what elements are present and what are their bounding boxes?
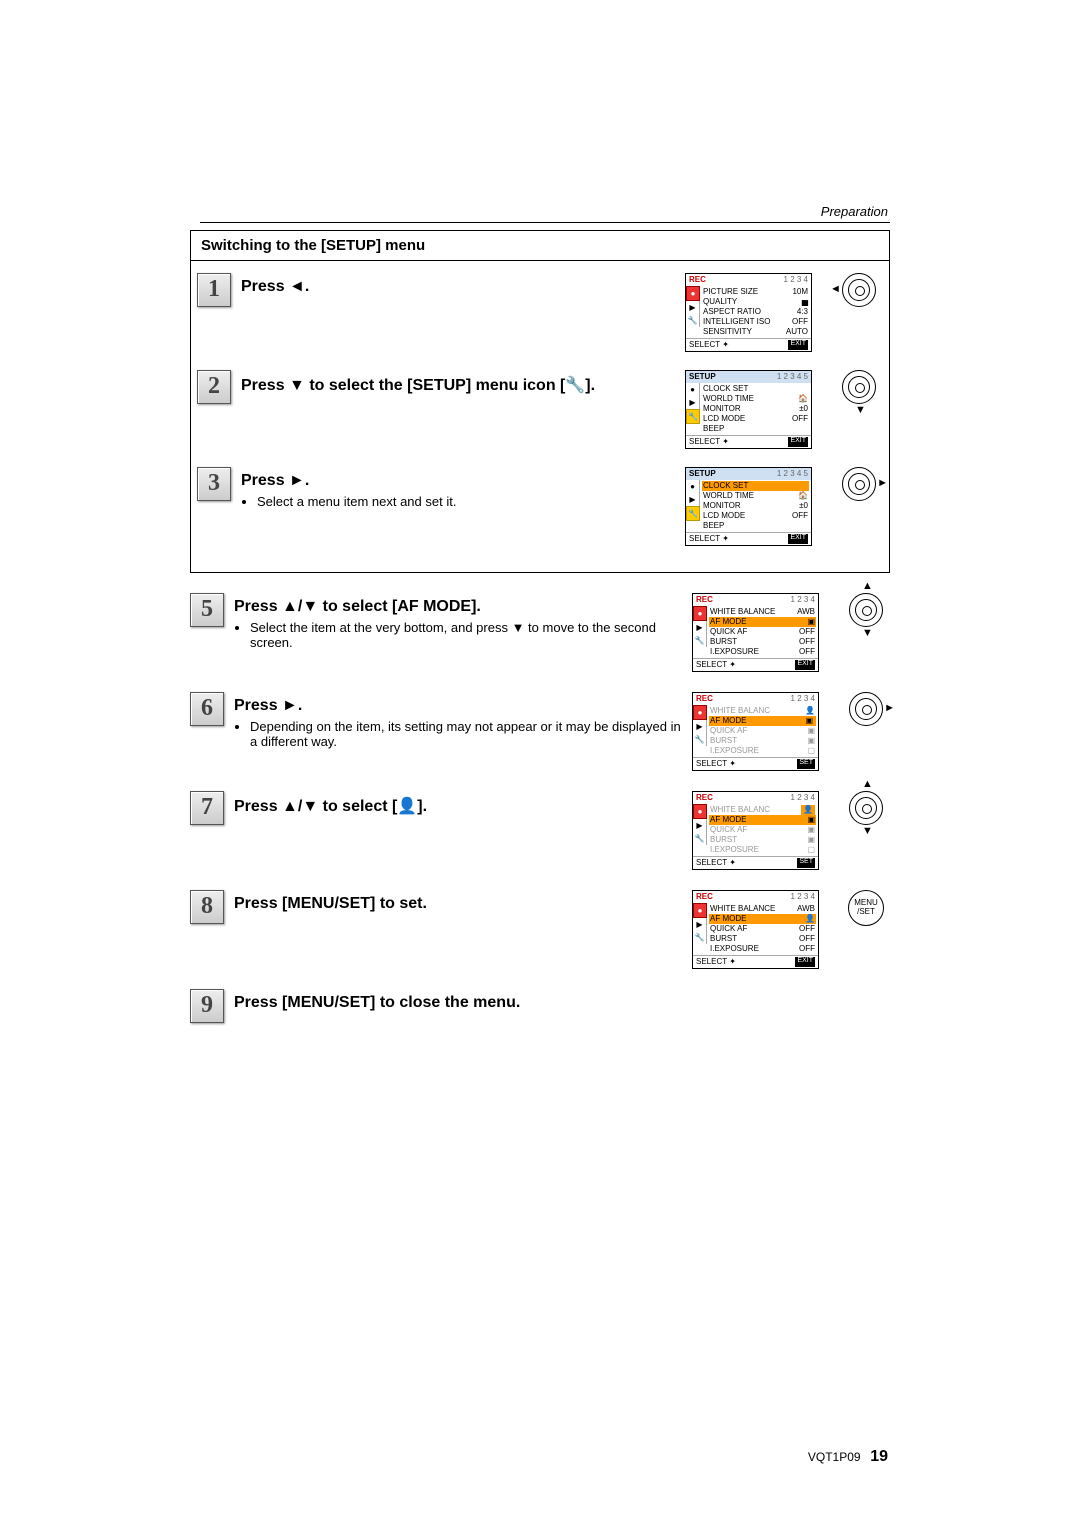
step-6: 6 Press ►. Depending on the item, its sett… <box>190 692 890 771</box>
menu-set-icon: MENU /SET <box>848 890 884 926</box>
lcd-screenshot: SETUP1 2 3 4 5●▶🔧CLOCK SETWORLD TIME🏠MON… <box>685 370 812 449</box>
step-title: Press ►. <box>234 697 302 714</box>
page-number: 19 <box>870 1448 888 1465</box>
step-number: 2 <box>197 370 231 404</box>
setup-box-title: Switching to the [SETUP] menu <box>191 231 889 261</box>
step-number: 3 <box>197 467 231 501</box>
step-title: Press ▲/▼ to select [AF MODE]. <box>234 598 481 615</box>
step-notes: Depending on the item, its setting may n… <box>234 719 682 749</box>
step-5: 5 Press ▲/▼ to select [AF MODE]. Select th… <box>190 593 890 672</box>
step-title: Press [MENU/SET] to close the menu. <box>234 994 520 1011</box>
step-number: 8 <box>190 890 224 924</box>
step-1: 1 Press ◄. REC1 2 3 4●▶🔧PICTURE SIZE10MQUA… <box>197 273 883 352</box>
lcd-screenshot: REC1 2 3 4●▶🔧WHITE BALANC👤AF MODE▣QUICK … <box>692 791 819 870</box>
step-number: 6 <box>190 692 224 726</box>
dpad-icon: ▼ <box>842 370 876 404</box>
lcd-screenshot: REC1 2 3 4●▶🔧WHITE BALANC👤AF MODE▣QUICK … <box>692 692 819 771</box>
step-8: 8 Press [MENU/SET] to set. REC1 2 3 4●▶🔧WH… <box>190 890 890 969</box>
step-title: Press ►. <box>241 472 309 489</box>
step-notes: Select a menu item next and set it. <box>241 494 675 509</box>
lcd-screenshot: SETUP1 2 3 4 5●▶🔧CLOCK SETWORLD TIME🏠MON… <box>685 467 812 546</box>
lcd-screenshot: REC1 2 3 4●▶🔧WHITE BALANCEAWBAF MODE▣QUI… <box>692 593 819 672</box>
step-number: 7 <box>190 791 224 825</box>
step-9: 9 Press [MENU/SET] to close the menu. <box>190 989 890 1023</box>
step-number: 5 <box>190 593 224 627</box>
lcd-screenshot: REC1 2 3 4●▶🔧WHITE BALANCEAWBAF MODE👤QUI… <box>692 890 819 969</box>
dpad-icon: ◄ <box>842 273 876 307</box>
dpad-icon: ▲▼ <box>849 791 883 825</box>
page-footer: VQT1P09 19 <box>808 1448 888 1466</box>
setup-menu-box: Switching to the [SETUP] menu 1 Press ◄. R… <box>190 230 890 573</box>
step-title: Press ◄. <box>241 278 309 295</box>
step-2: 2 Press ▼ to select the [SETUP] menu icon… <box>197 370 883 449</box>
doc-code: VQT1P09 <box>808 1450 861 1464</box>
step-notes: Select the item at the very bottom, and … <box>234 620 682 650</box>
step-title: Press [MENU/SET] to set. <box>234 895 427 912</box>
step-number: 9 <box>190 989 224 1023</box>
step-title: Press ▲/▼ to select [👤]. <box>234 798 427 815</box>
header-rule <box>200 222 890 223</box>
lcd-screenshot: REC1 2 3 4●▶🔧PICTURE SIZE10MQUALITY▅ASPE… <box>685 273 812 352</box>
dpad-icon: ► <box>849 692 883 726</box>
step-number: 1 <box>197 273 231 307</box>
dpad-icon: ► <box>842 467 876 501</box>
step-title: Press ▼ to select the [SETUP] menu icon … <box>241 377 595 394</box>
dpad-icon: ▲▼ <box>849 593 883 627</box>
step-7: 7 Press ▲/▼ to select [👤]. REC1 2 3 4●▶🔧WH… <box>190 791 890 870</box>
section-header: Preparation <box>821 204 888 219</box>
step-3: 3 Press ►. Select a menu item next and set… <box>197 467 883 546</box>
